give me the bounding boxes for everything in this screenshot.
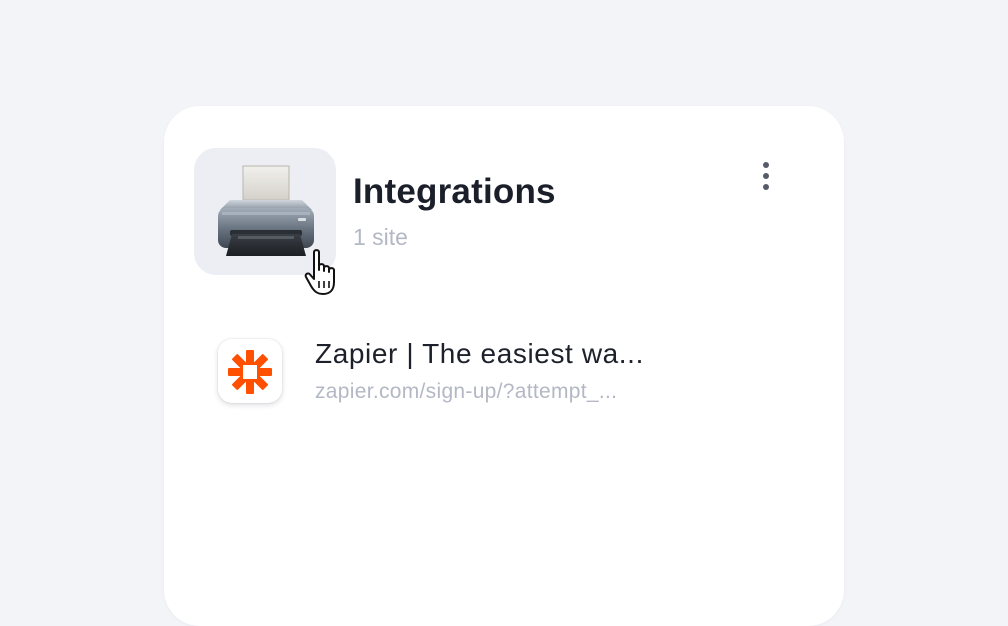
hand-pointer-cursor-icon — [304, 248, 348, 298]
group-site-count: 1 site — [353, 224, 408, 250]
site-favicon — [218, 339, 282, 403]
site-list-item[interactable]: Zapier | The easiest wa... zapier.com/si… — [204, 326, 804, 416]
group-card: Integrations 1 site Zapier | The easiest… — [164, 106, 844, 626]
site-url: zapier.com/sign-up/?attempt_... — [315, 380, 618, 403]
site-title: Zapier | The easiest wa... — [315, 338, 644, 369]
group-title: Integrations — [353, 172, 556, 211]
more-options-button[interactable] — [749, 156, 783, 196]
zapier-logo-icon — [228, 350, 272, 394]
